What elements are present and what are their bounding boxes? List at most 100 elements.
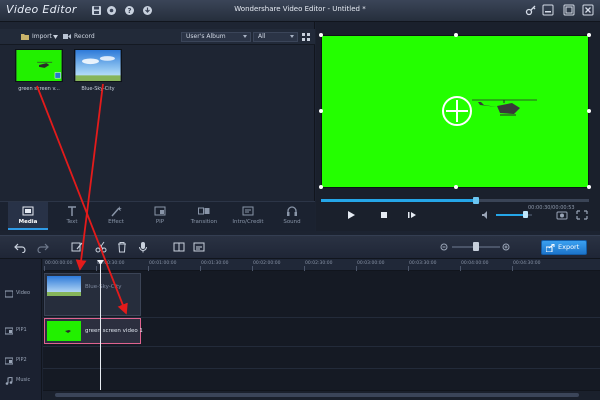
maximize-icon[interactable]	[563, 4, 575, 16]
filter-select[interactable]: All	[253, 32, 298, 42]
timeline-clip-video[interactable]: Blue-Sky-City	[44, 273, 141, 316]
resize-handle[interactable]	[454, 33, 458, 37]
export-icon	[546, 244, 555, 252]
tab-label: Media	[18, 219, 38, 225]
snapshot-icon[interactable]	[555, 209, 569, 221]
timeline-clip-pip1[interactable]: green screen video 1	[44, 318, 143, 344]
text-icon	[68, 206, 76, 216]
resize-handle[interactable]	[587, 109, 591, 113]
record-icon	[63, 34, 71, 39]
clip-label: green screen video 1	[85, 328, 143, 334]
track-label: PIP1	[16, 327, 27, 333]
ruler-tick-label: 00:02:30:00	[305, 261, 333, 266]
stop-icon[interactable]	[377, 209, 391, 221]
chevron-down-icon	[290, 35, 294, 38]
title-bar: Video Editor ? Wondershare Video Editor …	[0, 0, 600, 22]
media-clip-blue-sky-city[interactable]	[74, 49, 122, 82]
undo-icon[interactable]	[14, 241, 26, 253]
pip-icon	[154, 206, 166, 216]
subtitles-icon[interactable]	[193, 241, 205, 253]
pip-track-icon	[5, 357, 13, 365]
redo-icon[interactable]	[37, 241, 49, 253]
export-button[interactable]: Export	[541, 240, 587, 255]
resize-handle[interactable]	[587, 33, 591, 37]
ruler-tick-label: 00:01:30:00	[201, 261, 229, 266]
helicopter-icon	[472, 99, 537, 116]
zoom-out-icon[interactable]	[440, 243, 448, 251]
tab-pip[interactable]: PIP	[140, 202, 180, 230]
track-head-music: Music	[0, 372, 42, 390]
export-label: Export	[558, 243, 580, 251]
folder-icon	[21, 34, 29, 40]
track-divider	[43, 368, 600, 369]
magic-wand-icon	[111, 206, 122, 217]
ruler-tick-label: 00:04:30:00	[513, 261, 541, 266]
filter-select-value: All	[258, 33, 266, 40]
edit-icon[interactable]	[71, 241, 83, 253]
tab-label: Effect	[108, 219, 124, 225]
album-select[interactable]: User's Album	[181, 32, 251, 42]
zoom-handle[interactable]	[473, 242, 479, 251]
preview-frame	[442, 96, 537, 126]
seek-handle[interactable]	[473, 197, 480, 204]
key-icon[interactable]	[525, 4, 537, 16]
media-clip-caption: green screen v...	[18, 86, 60, 92]
trash-icon[interactable]	[116, 241, 128, 253]
grid-view-icon[interactable]	[302, 33, 310, 41]
transition-icon	[198, 207, 210, 215]
resize-handle[interactable]	[319, 109, 323, 113]
ruler-tick-label: 00:03:30:00	[409, 261, 437, 266]
media-clip-caption: Blue-Sky-City	[81, 86, 115, 92]
minimize-icon[interactable]	[542, 4, 554, 16]
tab-text[interactable]: Text	[52, 202, 92, 230]
tab-transition[interactable]: Transition	[184, 202, 224, 230]
track-label: Video	[16, 290, 31, 296]
timeline-toolbar	[0, 235, 600, 259]
import-button[interactable]: Import	[32, 33, 52, 40]
preview-screen[interactable]	[319, 33, 591, 189]
track-head-video: Video	[0, 285, 42, 303]
microphone-icon[interactable]	[137, 241, 149, 253]
play-icon[interactable]	[344, 209, 358, 221]
tab-label: Text	[66, 219, 78, 225]
intro-credit-icon	[242, 206, 254, 216]
clip-thumbnail	[47, 276, 81, 296]
volume-icon[interactable]	[480, 209, 494, 221]
resize-handle[interactable]	[454, 185, 458, 189]
close-icon[interactable]	[582, 4, 594, 16]
split-screen-icon[interactable]	[173, 241, 185, 253]
chevron-down-icon[interactable]	[53, 35, 58, 39]
scissors-icon[interactable]	[95, 241, 107, 253]
tab-label: Sound	[283, 219, 301, 225]
zoom-in-icon[interactable]	[502, 243, 510, 251]
volume-handle[interactable]	[522, 211, 528, 218]
next-frame-icon[interactable]	[405, 209, 419, 221]
clip-label: Blue-Sky-City	[85, 284, 122, 290]
tab-effect[interactable]: Effect	[96, 202, 136, 230]
tab-sound[interactable]: Sound	[272, 202, 312, 230]
headphones-icon	[287, 206, 297, 216]
video-track-icon	[5, 290, 13, 298]
track-label: PIP2	[16, 357, 27, 363]
music-icon	[5, 377, 13, 385]
ruler-tick-label: 00:04:00:00	[461, 261, 489, 266]
timeline-scrollbar-thumb[interactable]	[55, 393, 579, 397]
ruler-tick-label: 00:03:00:00	[357, 261, 385, 266]
playhead[interactable]	[100, 262, 101, 392]
volume-level	[496, 214, 525, 216]
tab-label: Intro/Credit	[232, 219, 264, 225]
record-button[interactable]: Record	[74, 33, 95, 40]
pip-track-icon	[5, 327, 13, 335]
tab-label: PIP	[155, 219, 165, 225]
fullscreen-icon[interactable]	[575, 209, 589, 221]
media-clip-green-screen[interactable]	[15, 49, 63, 82]
resize-handle[interactable]	[319, 185, 323, 189]
tab-intro-credit[interactable]: Intro/Credit	[228, 202, 268, 230]
resize-handle[interactable]	[587, 185, 591, 189]
resize-handle[interactable]	[319, 33, 323, 37]
tab-media[interactable]: Media	[8, 202, 48, 230]
ruler-tick-label: 00:00:00:00	[45, 261, 73, 266]
chevron-down-icon	[243, 35, 247, 38]
film-icon	[22, 206, 34, 216]
clip-thumbnail	[47, 321, 81, 341]
